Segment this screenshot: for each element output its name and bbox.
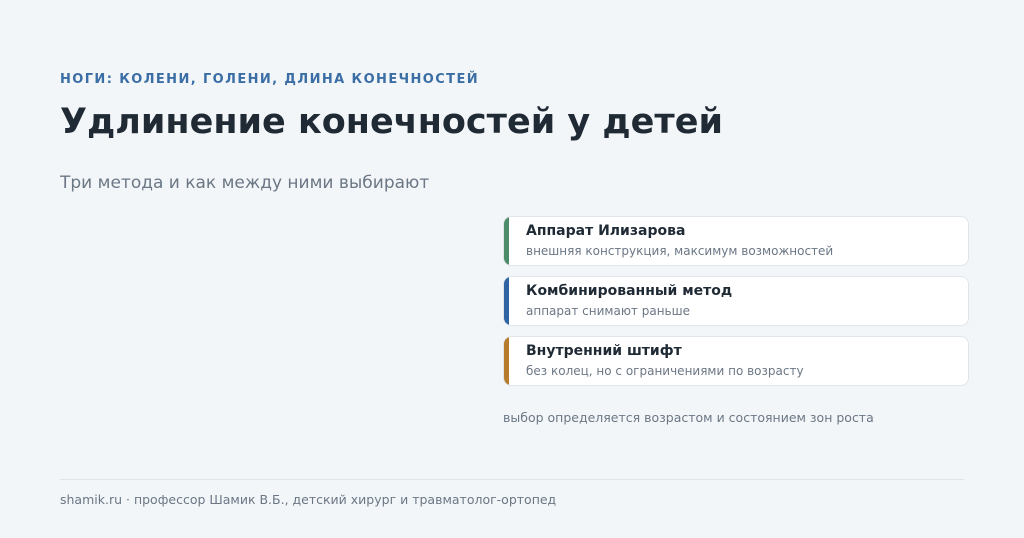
- page-subtitle: Три метода и как между ними выбирают: [60, 173, 430, 193]
- method-title: Аппарат Илизарова: [526, 223, 686, 239]
- method-accent-bar: [504, 277, 509, 325]
- method-accent-bar: [504, 217, 509, 265]
- methods-list: Аппарат Илизарова внешняя конструкция, м…: [503, 216, 969, 396]
- method-card-internal-nail: Внутренний штифт без колец, но с огранич…: [503, 336, 969, 386]
- category-eyebrow: НОГИ: КОЛЕНИ, ГОЛЕНИ, ДЛИНА КОНЕЧНОСТЕЙ: [60, 72, 479, 87]
- method-title: Комбинированный метод: [526, 283, 733, 299]
- method-description: без колец, но с ограничениями по возраст…: [526, 364, 804, 378]
- method-card-ilizarov: Аппарат Илизарова внешняя конструкция, м…: [503, 216, 969, 266]
- method-card-combined: Комбинированный метод аппарат снимают ра…: [503, 276, 969, 326]
- footer-divider: [60, 479, 964, 480]
- method-description: аппарат снимают раньше: [526, 304, 690, 318]
- method-accent-bar: [504, 337, 509, 385]
- method-title: Внутренний штифт: [526, 343, 682, 359]
- method-description: внешняя конструкция, максимум возможност…: [526, 244, 834, 258]
- selection-note: выбор определяется возрастом и состояние…: [503, 410, 874, 425]
- page-title: Удлинение конечностей у детей: [60, 102, 723, 142]
- footer-credit: shamik.ru · профессор Шамик В.Б., детски…: [60, 492, 557, 507]
